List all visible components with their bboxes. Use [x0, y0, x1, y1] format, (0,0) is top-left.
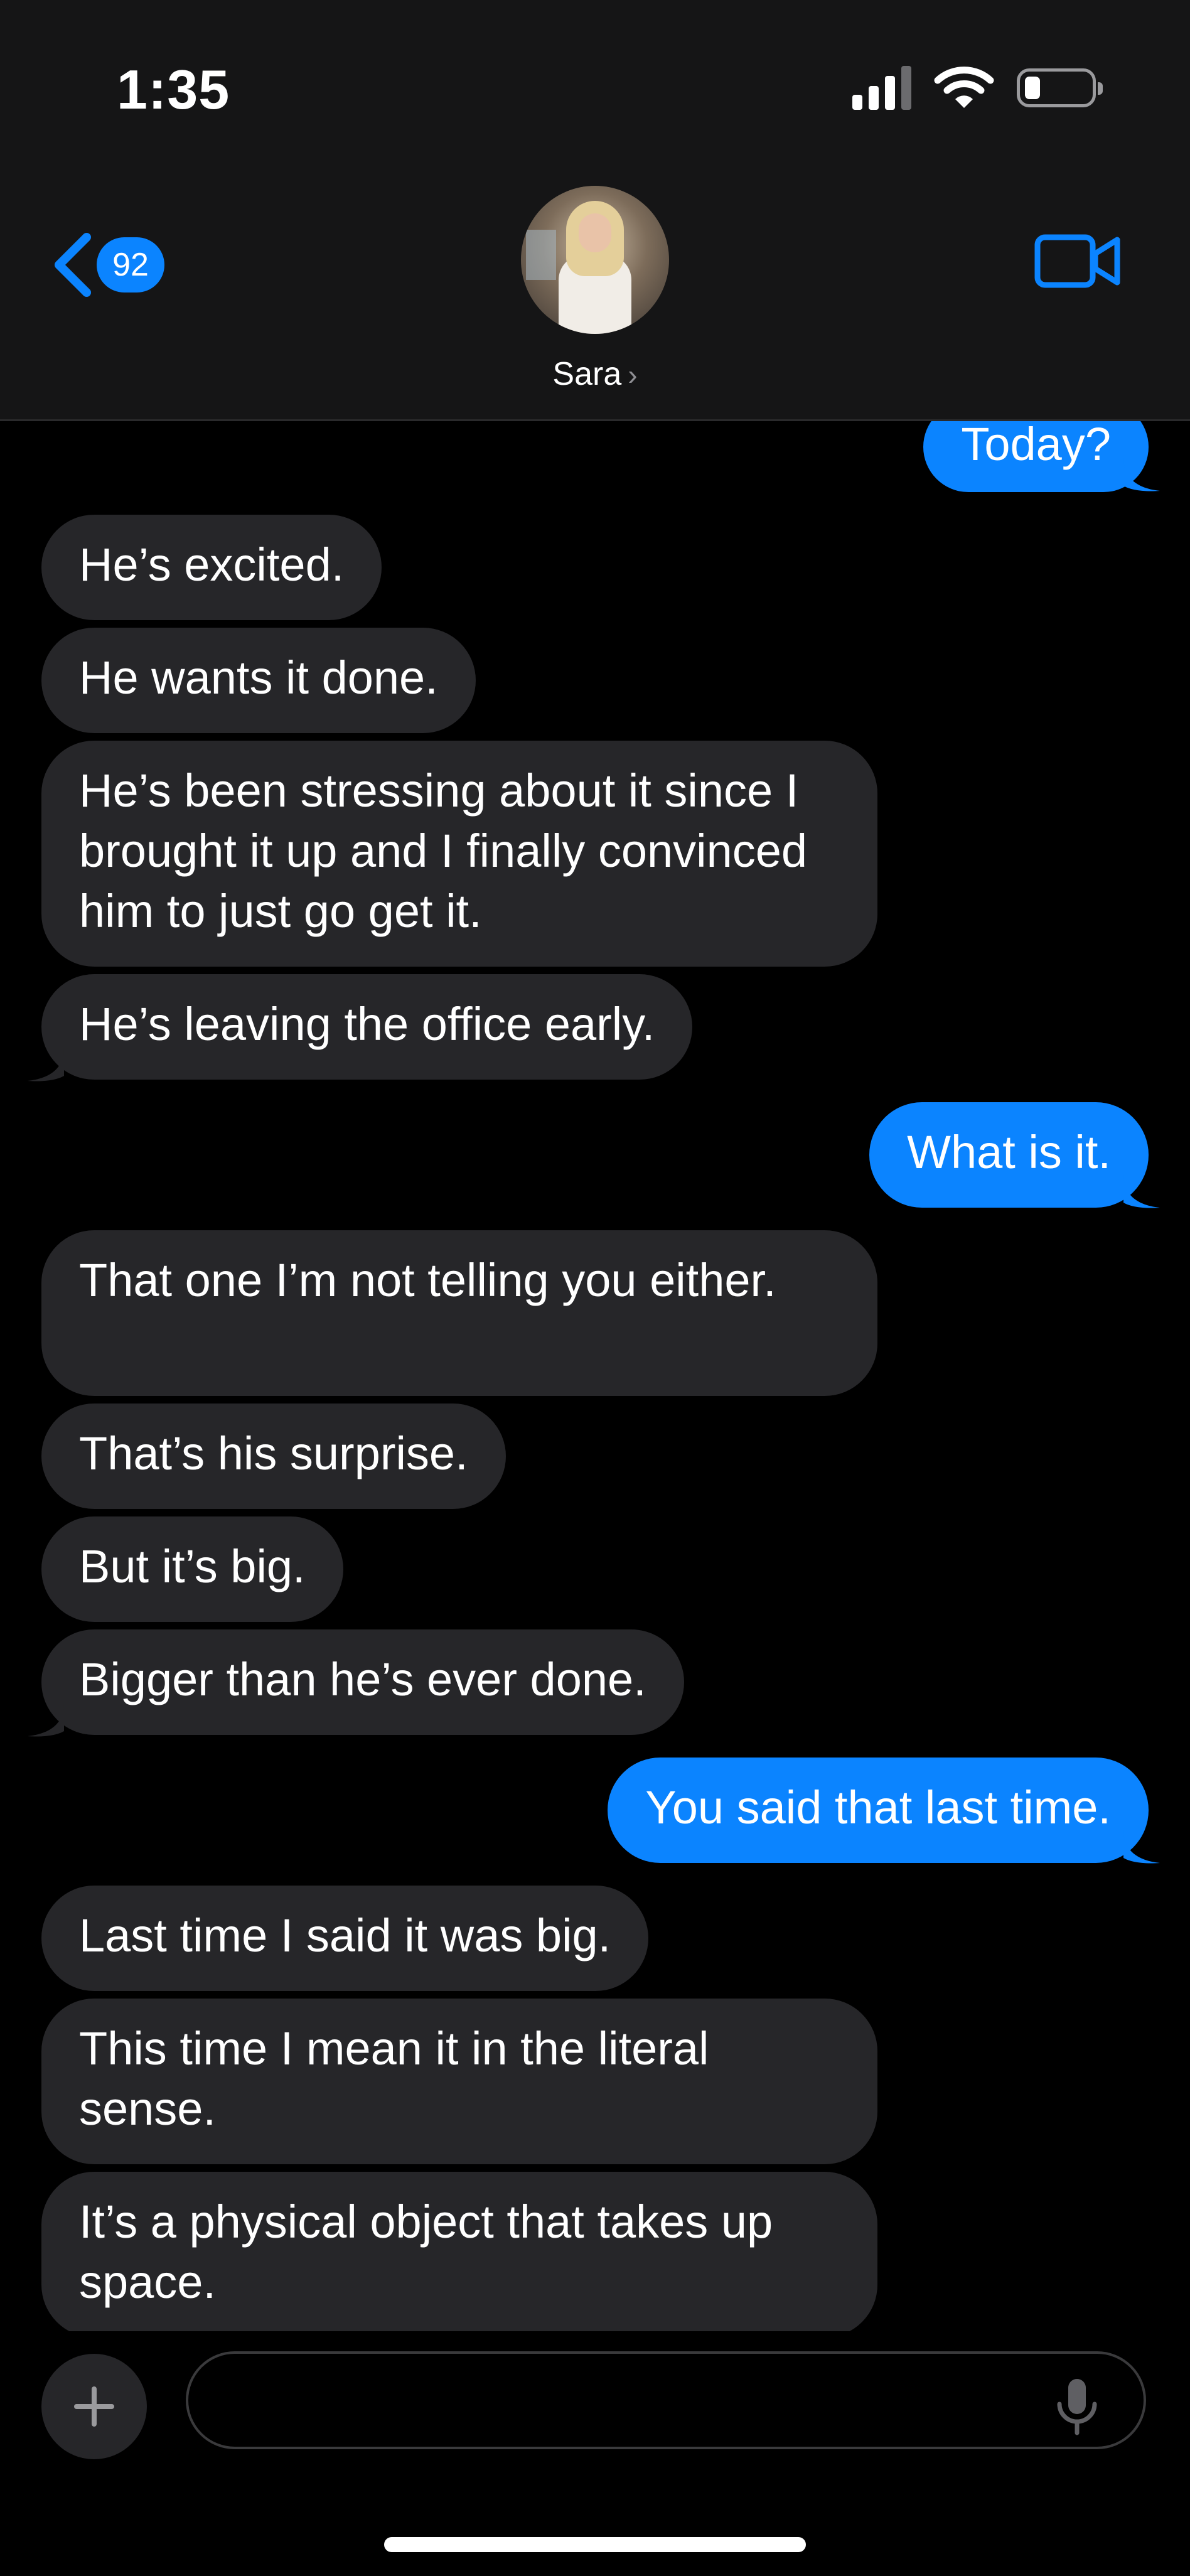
message-input[interactable]: [186, 2351, 1146, 2449]
incoming-bubble-tail: [28, 1048, 64, 1081]
wifi-icon: [934, 67, 994, 108]
incoming-message[interactable]: That’s his surprise.: [41, 1403, 506, 1509]
contact-name: Sara: [552, 356, 622, 392]
status-time: 1:35: [117, 58, 230, 121]
incoming-message[interactable]: This time I mean it in the literal sense…: [41, 1999, 877, 2164]
incoming-message[interactable]: It’s a physical object that takes up spa…: [41, 2172, 877, 2337]
outgoing-bubble-tail: [1123, 1175, 1160, 1208]
incoming-bubble-tail: [28, 1704, 64, 1737]
outgoing-message[interactable]: You said that last time.: [608, 1758, 1149, 1863]
incoming-message[interactable]: He’s leaving the office early.: [41, 974, 693, 1080]
avatar[interactable]: [521, 186, 669, 334]
chevron-right-icon: ›: [628, 358, 638, 391]
incoming-message[interactable]: He wants it done.: [41, 628, 476, 733]
home-indicator: [384, 2537, 806, 2552]
contact-name-button[interactable]: Sara ›: [0, 355, 1190, 393]
plus-icon: [74, 2386, 114, 2427]
outgoing-bubble-tail: [1123, 1830, 1160, 1864]
chevron-left-icon: [50, 232, 94, 298]
incoming-message[interactable]: Last time I said it was big.: [41, 1886, 649, 1991]
cellular-signal-icon: [852, 66, 911, 110]
video-camera-icon[interactable]: [1034, 232, 1121, 290]
outgoing-message[interactable]: What is it.: [869, 1102, 1149, 1208]
status-icons: [852, 65, 1103, 110]
battery-icon: [1017, 68, 1103, 107]
apps-plus-button[interactable]: [41, 2354, 147, 2459]
back-button[interactable]: 92: [50, 232, 164, 298]
incoming-message[interactable]: He’s excited.: [41, 515, 382, 620]
incoming-message[interactable]: He’s been stressing about it since I bro…: [41, 741, 877, 967]
incoming-message[interactable]: Bigger than he’s ever done.: [41, 1629, 684, 1735]
microphone-icon[interactable]: [1054, 2376, 1100, 2437]
message-composer: [0, 2331, 1190, 2576]
incoming-message[interactable]: But it’s big.: [41, 1516, 343, 1622]
outgoing-bubble-tail: [1123, 458, 1160, 491]
unread-count-badge: 92: [97, 237, 164, 292]
incoming-message[interactable]: That one I’m not telling you either.: [41, 1230, 877, 1396]
conversation-header: 1:35 92 Sara ›: [0, 0, 1190, 421]
